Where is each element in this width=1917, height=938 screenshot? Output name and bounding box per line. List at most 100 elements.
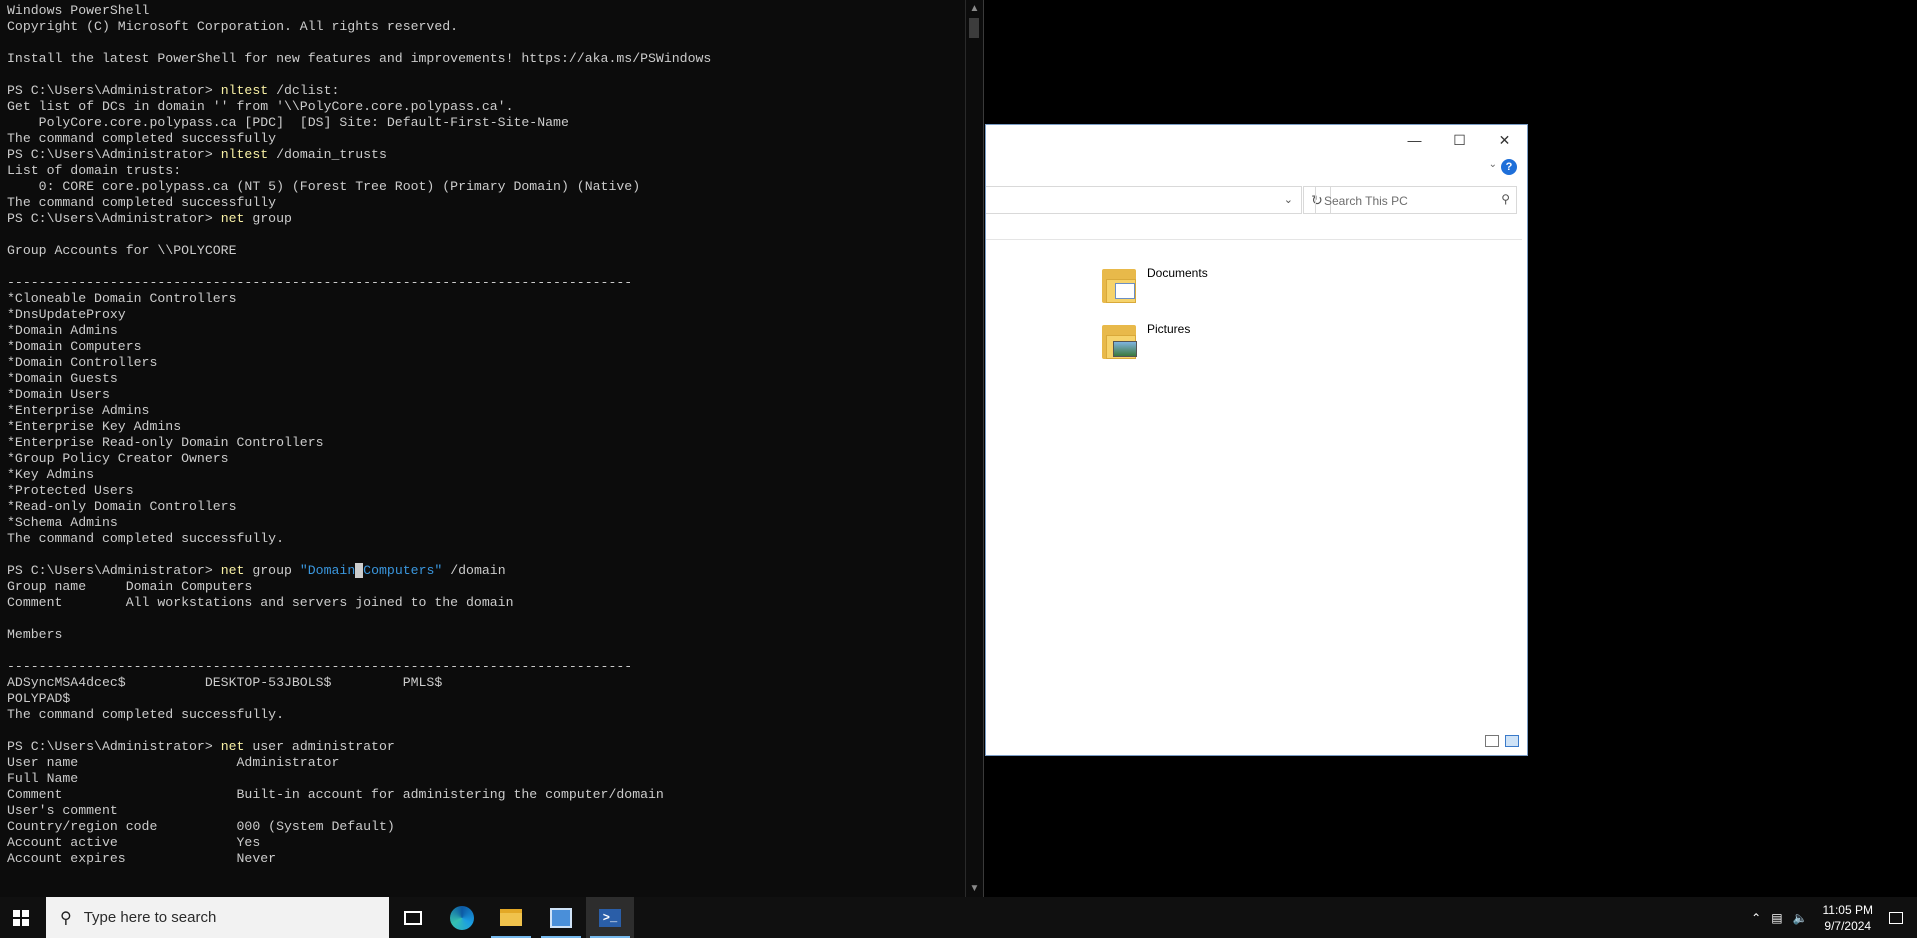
console-text-segment: *Read-only Domain Controllers: [7, 499, 237, 514]
console-line: *Domain Guests: [7, 371, 962, 387]
file-explorer-button[interactable]: [487, 897, 535, 938]
scroll-thumb[interactable]: [969, 18, 979, 38]
console-output[interactable]: Windows PowerShell Copyright (C) Microsof…: [7, 3, 962, 893]
folder-label: Pictures: [1147, 322, 1191, 336]
minimize-button[interactable]: —: [1392, 125, 1437, 155]
console-text-segment: /dclist:: [268, 83, 340, 98]
console-line: Members: [7, 627, 962, 643]
console-line: PS C:\Users\Administrator> net user admi…: [7, 739, 962, 755]
view-toggle: [1485, 735, 1519, 747]
console-text-segment: "Domain: [299, 563, 356, 578]
console-line: Account expires Never: [7, 851, 962, 867]
server-manager-button[interactable]: [537, 897, 585, 938]
taskbar: ⚲ Type here to search >_ ⌃ ▤ 🔈 11:05 PM …: [0, 897, 1917, 938]
console-text-segment: /domain: [442, 563, 506, 578]
pictures-folder-icon: [1100, 319, 1140, 363]
scroll-up-icon[interactable]: ▲: [966, 0, 983, 17]
console-line: *Enterprise Admins: [7, 403, 962, 419]
console-line: *DnsUpdateProxy: [7, 307, 962, 323]
console-line: *Protected Users: [7, 483, 962, 499]
console-line: User name Administrator: [7, 755, 962, 771]
console-text-segment: List of domain trusts:: [7, 163, 182, 178]
maximize-button[interactable]: ☐: [1437, 125, 1482, 155]
clock[interactable]: 11:05 PM 9/7/2024: [1823, 902, 1873, 934]
console-scrollbar[interactable]: ▲ ▼: [965, 0, 983, 897]
chevron-down-icon[interactable]: ⌄: [1284, 193, 1293, 206]
console-text-segment: ----------------------------------------…: [7, 275, 633, 290]
console-line: PS C:\Users\Administrator> nltest /dclis…: [7, 83, 962, 99]
console-text-segment: *DnsUpdateProxy: [7, 307, 126, 322]
network-icon[interactable]: ▤: [1771, 911, 1782, 925]
console-text-segment: PS C:\Users\Administrator>: [7, 211, 221, 226]
console-line: *Read-only Domain Controllers: [7, 499, 962, 515]
text-cursor: [355, 563, 364, 578]
documents-folder-icon: [1100, 263, 1140, 307]
start-button[interactable]: [0, 897, 42, 938]
console-line: *Domain Computers: [7, 339, 962, 355]
console-line: User's comment: [7, 803, 962, 819]
console-text-segment: net: [220, 211, 245, 226]
console-text-segment: The command completed successfully.: [7, 707, 284, 722]
console-line: The command completed successfully: [7, 131, 962, 147]
console-line: List of domain trusts:: [7, 163, 962, 179]
console-text-segment: PS C:\Users\Administrator>: [7, 739, 221, 754]
console-line: *Enterprise Read-only Domain Controllers: [7, 435, 962, 451]
console-text-segment: *Domain Admins: [7, 323, 118, 338]
window-controls: — ☐ ✕: [1392, 125, 1527, 155]
console-text-segment: ----------------------------------------…: [7, 659, 633, 674]
edge-icon: [450, 905, 474, 930]
scroll-down-icon[interactable]: ▼: [966, 880, 983, 897]
folder-label: Documents: [1147, 266, 1208, 280]
folder-documents[interactable]: Documents: [1100, 263, 1208, 307]
console-text-segment: Group Accounts for \\POLYCORE: [7, 243, 237, 258]
chevron-up-icon[interactable]: ⌃: [1751, 911, 1761, 925]
console-text-segment: user administrator: [244, 739, 395, 754]
folder-pictures[interactable]: Pictures: [1100, 319, 1190, 363]
console-text-segment: POLYPAD$: [7, 691, 71, 706]
console-line: *Key Admins: [7, 467, 962, 483]
edge-button[interactable]: [438, 897, 486, 938]
console-text-segment: User's comment: [7, 803, 118, 818]
console-text-segment: PS C:\Users\Administrator>: [7, 147, 221, 162]
console-line: *Schema Admins: [7, 515, 962, 531]
address-bar[interactable]: ⌄: [986, 186, 1302, 214]
console-line: ADSyncMSA4dcec$ DESKTOP-53JBOLS$ PMLS$: [7, 675, 962, 691]
ribbon-expand-icon[interactable]: ⌄: [1489, 159, 1497, 170]
console-line: ----------------------------------------…: [7, 659, 962, 675]
search-input[interactable]: [1322, 191, 1486, 211]
console-text-segment: *Domain Guests: [7, 371, 118, 386]
console-line: Group Accounts for \\POLYCORE: [7, 243, 962, 259]
large-icons-view-icon[interactable]: [1505, 735, 1519, 747]
console-text-segment: The command completed successfully.: [7, 531, 284, 546]
console-line: Comment Built-in account for administeri…: [7, 787, 962, 803]
console-line: *Group Policy Creator Owners: [7, 451, 962, 467]
console-text-segment: *Protected Users: [7, 483, 134, 498]
console-text-segment: PS C:\Users\Administrator>: [7, 83, 221, 98]
file-explorer-window[interactable]: — ☐ ✕ ⌄ ? ⌄ ↻ ⚲ Documents Pictures: [985, 124, 1528, 756]
console-line: POLYPAD$: [7, 691, 962, 707]
details-view-icon[interactable]: [1485, 735, 1499, 747]
console-text-segment: *Enterprise Key Admins: [7, 419, 182, 434]
console-text-segment: group: [244, 563, 300, 578]
console-text-segment: *Cloneable Domain Controllers: [7, 291, 237, 306]
console-text-segment: *Domain Controllers: [7, 355, 158, 370]
console-text-segment: net: [220, 563, 245, 578]
console-text-segment: *Key Admins: [7, 467, 95, 482]
volume-muted-icon[interactable]: 🔈: [1793, 911, 1808, 925]
search-icon[interactable]: ⚲: [1501, 192, 1510, 206]
taskbar-search-box[interactable]: ⚲ Type here to search: [46, 897, 389, 938]
help-icon[interactable]: ?: [1501, 159, 1517, 175]
console-line: Install the latest PowerShell for new fe…: [7, 51, 962, 67]
powershell-console[interactable]: Windows PowerShell Copyright (C) Microsof…: [0, 0, 984, 897]
console-text-segment: Get list of DCs in domain '' from '\\Pol…: [7, 99, 514, 114]
task-view-button[interactable]: [389, 897, 437, 938]
notification-icon[interactable]: [1889, 911, 1903, 924]
explorer-search[interactable]: ⚲: [1315, 186, 1517, 214]
powershell-button[interactable]: >_: [586, 897, 634, 938]
close-button[interactable]: ✕: [1482, 125, 1527, 155]
console-text-segment: Comment Built-in account for administeri…: [7, 787, 664, 802]
